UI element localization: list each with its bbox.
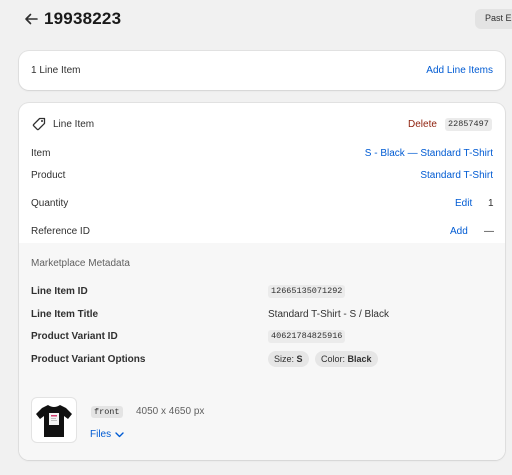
- line-item-count: 1 Line Item: [31, 65, 81, 76]
- product-label: Product: [31, 170, 66, 181]
- line-item-id-badge: 22857497: [445, 118, 492, 131]
- edit-quantity-link[interactable]: Edit: [455, 198, 472, 209]
- product-variant-id-label: Product Variant ID: [31, 331, 118, 342]
- line-item-header-label: Line Item: [53, 119, 95, 130]
- back-arrow-icon[interactable]: [22, 10, 40, 28]
- files-link-label: Files: [90, 429, 112, 440]
- add-line-items-link[interactable]: Add Line Items: [426, 65, 493, 76]
- size-option-pill: Size: S: [268, 351, 309, 367]
- size-option-name: Size:: [274, 354, 295, 364]
- tshirt-image: [36, 405, 72, 437]
- marketplace-metadata-title: Marketplace Metadata: [31, 258, 130, 269]
- line-item-title-label: Line Item Title: [31, 309, 99, 320]
- front-side-badge: front: [91, 406, 123, 418]
- product-thumbnail[interactable]: [31, 397, 77, 443]
- page-header: 19938223 Past E: [0, 0, 512, 40]
- product-variant-id-value: 40621784825916: [268, 330, 346, 343]
- line-item-id-value: 12665135071292: [268, 285, 346, 298]
- tag-icon: [32, 117, 46, 131]
- page-title: 19938223: [44, 9, 122, 28]
- files-dropdown[interactable]: Files: [90, 429, 124, 440]
- quantity-value: 1: [488, 198, 494, 209]
- size-option-value: S: [296, 354, 303, 364]
- color-option-name: Color:: [321, 354, 346, 364]
- past-button[interactable]: Past E: [475, 9, 512, 29]
- color-option-pill: Color: Black: [315, 351, 378, 367]
- product-variant-options-label: Product Variant Options: [31, 354, 146, 365]
- product-link[interactable]: Standard T-Shirt: [420, 170, 493, 181]
- color-option-value: Black: [347, 354, 372, 364]
- item-link[interactable]: S - Black — Standard T-Shirt: [365, 148, 493, 159]
- delete-button[interactable]: Delete: [408, 119, 437, 130]
- line-item-title-value: Standard T-Shirt - S / Black: [268, 309, 389, 320]
- line-items-summary-card: 1 Line Item Add Line Items: [19, 51, 505, 90]
- chevron-down-icon: [115, 431, 124, 437]
- item-label: Item: [31, 148, 51, 159]
- line-item-card: Line Item Delete 22857497 Item S - Black…: [19, 103, 505, 460]
- reference-id-label: Reference ID: [31, 226, 90, 237]
- marketplace-metadata-section: Marketplace Metadata Line Item ID 126651…: [19, 243, 505, 460]
- add-reference-id-link[interactable]: Add: [450, 226, 468, 237]
- quantity-label: Quantity: [31, 198, 69, 209]
- reference-id-value: —: [484, 226, 494, 237]
- image-dimensions: 4050 x 4650 px: [136, 406, 205, 417]
- line-item-id-label: Line Item ID: [31, 286, 88, 297]
